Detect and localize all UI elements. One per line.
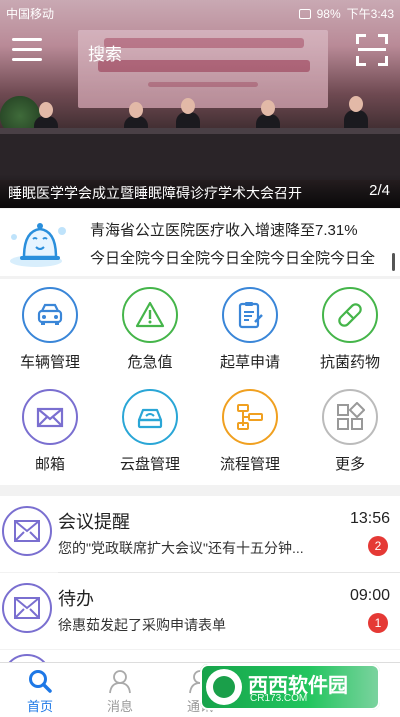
clipboard-edit-icon — [238, 302, 263, 329]
tab-home[interactable]: 首页 — [0, 663, 80, 717]
grid-item-cloud-disk[interactable]: 云盘管理 — [100, 381, 200, 483]
banner-caption[interactable]: 睡眠医学学会成立暨睡眠障碍诊疗学术大会召开 — [8, 183, 302, 203]
tab-label: 消息 — [106, 699, 133, 714]
notice-scroll-indicator — [392, 253, 395, 271]
banner-table — [0, 128, 400, 180]
message-time: 13:56 — [349, 510, 390, 527]
grid-item-label: 车辆管理 — [19, 354, 80, 371]
message-subtitle: 徐惠茹发起了采购申请表单 — [58, 617, 226, 633]
watermark-icon — [206, 669, 242, 705]
grid-item-workflow[interactable]: 流程管理 — [200, 381, 300, 483]
message-time: 09:00 — [349, 587, 390, 604]
menu-icon[interactable] — [12, 38, 42, 64]
notice-line-1[interactable]: 青海省公立医院医疗收入增速降至7.31% — [90, 219, 358, 240]
person-icon — [109, 670, 131, 694]
grid-item-mailbox[interactable]: 邮箱 — [0, 381, 100, 483]
mail-icon — [36, 407, 64, 428]
carrier-label: 中国移动 — [6, 7, 55, 21]
clock-label: 下午3:43 — [346, 7, 394, 21]
watermark-logo: 西西软件园 CR173.COM — [200, 664, 380, 710]
tab-label: 首页 — [26, 699, 53, 714]
banner-page-indicator: 2/4 — [369, 182, 390, 199]
news-banner[interactable] — [0, 0, 400, 208]
grid-item-antibiotics[interactable]: 抗菌药物 — [300, 279, 400, 381]
battery-label: 98% — [316, 6, 341, 21]
message-item-partial[interactable] — [0, 650, 400, 704]
wifi-icon — [298, 8, 311, 19]
grid-item-label: 抗菌药物 — [319, 354, 380, 371]
grid-item-label: 流程管理 — [219, 456, 280, 473]
unread-badge: 2 — [368, 536, 388, 556]
watermark-url: CR173.COM — [250, 693, 308, 704]
bell-icon — [10, 223, 66, 267]
grid-item-more[interactable]: 更多 — [300, 381, 400, 483]
grid-item-label: 起草申请 — [219, 354, 280, 371]
grid-item-label: 更多 — [334, 456, 365, 473]
status-bar: 中国移动 98% 下午3:43 — [0, 0, 400, 24]
grid-item-label: 危急值 — [127, 354, 173, 371]
grid-item-vehicle[interactable]: 车辆管理 — [0, 279, 100, 381]
notice-bar[interactable]: 青海省公立医院医疗收入增速降至7.31% 今日全院今日全院今日全院今日全院今日全 — [0, 209, 400, 276]
app-grid: 车辆管理 危急值 起草申请 抗菌药物 邮箱 云盘管理 流程管理 更多 — [0, 279, 400, 485]
grid-item-draft-request[interactable]: 起草申请 — [200, 279, 300, 381]
notice-line-2[interactable]: 今日全院今日全院今日全院今日全院今日全 — [90, 247, 375, 268]
unread-badge: 1 — [368, 613, 388, 633]
grid-item-critical-value[interactable]: 危急值 — [100, 279, 200, 381]
search-home-icon — [29, 670, 52, 693]
more-grid-icon — [337, 402, 365, 430]
cloud-disk-icon — [137, 408, 163, 429]
grid-item-label: 邮箱 — [34, 456, 65, 473]
message-title: 待办 — [58, 589, 94, 609]
mail-icon — [2, 583, 52, 633]
car-icon — [37, 303, 63, 325]
message-subtitle: 您的"党政联席扩大会议"还有十五分钟... — [58, 540, 304, 556]
grid-item-label: 云盘管理 — [119, 456, 180, 473]
scan-icon[interactable] — [356, 34, 388, 66]
pill-icon — [338, 303, 362, 327]
workflow-icon — [237, 404, 263, 430]
message-item-todo[interactable]: 待办 09:00 徐惠茹发起了采购申请表单 1 — [0, 573, 400, 649]
message-item-meeting[interactable]: 会议提醒 13:56 您的"党政联席扩大会议"还有十五分钟... 2 — [0, 496, 400, 572]
message-title: 会议提醒 — [58, 512, 130, 532]
warning-icon — [135, 301, 165, 328]
mail-icon — [2, 506, 52, 556]
tab-messages[interactable]: 消息 — [80, 663, 160, 717]
search-label[interactable]: 搜索 — [88, 40, 122, 65]
